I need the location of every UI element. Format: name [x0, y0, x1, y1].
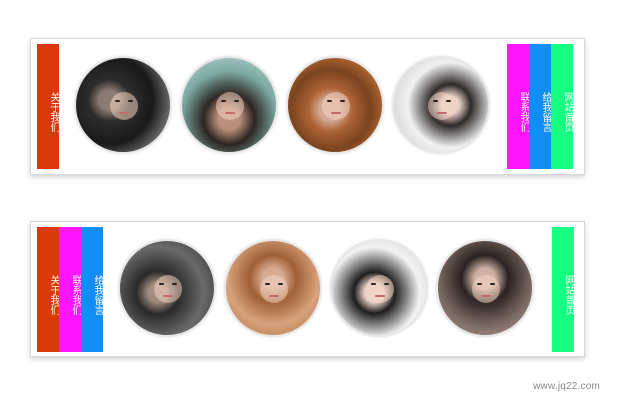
nav-label-about: 关于我们 [48, 274, 59, 315]
face-shape [110, 92, 138, 120]
eye-shape [340, 100, 345, 102]
mouth-shape [331, 112, 341, 114]
portrait-photo-4-icon[interactable] [393, 57, 489, 153]
bottom-left-nav-contact[interactable]: 联系我们 [59, 227, 81, 352]
eye-shape [221, 100, 226, 102]
mouth-shape [269, 295, 279, 297]
mouth-shape [375, 295, 385, 297]
mouth-shape [225, 112, 235, 114]
nav-label-contact: 联系我们 [70, 274, 81, 315]
mouth-shape [437, 112, 447, 114]
face-shape [472, 275, 500, 303]
face-shape [216, 92, 244, 120]
portrait-photo-2-icon[interactable] [181, 57, 277, 153]
top-right-nav-contact[interactable]: 联系我们 [507, 44, 529, 169]
bottom-right-nav-home[interactable]: 网站首页 [552, 227, 574, 352]
eye-shape [159, 283, 164, 285]
eye-shape [371, 283, 376, 285]
nav-label-contact: 联系我们 [518, 91, 529, 132]
top-right-nav-home[interactable]: 网站首页 [551, 44, 573, 169]
face-shape [366, 275, 394, 303]
eye-shape [278, 283, 283, 285]
portrait-photo-4-icon[interactable] [437, 240, 533, 336]
eye-shape [327, 100, 332, 102]
mouth-shape [119, 112, 129, 114]
nav-label-message: 给我留言 [92, 274, 103, 315]
eye-shape [433, 100, 438, 102]
eye-shape [128, 100, 133, 102]
eye-shape [446, 100, 451, 102]
portrait-photo-2-icon[interactable] [225, 240, 321, 336]
nav-label-message: 给我留言 [540, 91, 551, 132]
portrait-photo-3-icon[interactable] [331, 240, 427, 336]
nav-label-home: 网站首页 [562, 91, 573, 132]
mouth-shape [163, 295, 173, 297]
eye-shape [115, 100, 120, 102]
nav-label-about: 关于我们 [48, 91, 59, 132]
face-shape [154, 275, 182, 303]
face-shape [428, 92, 456, 120]
eye-shape [490, 283, 495, 285]
face-shape [322, 92, 350, 120]
bottom-carousel-panel: 关于我们 联系我们 给我留言 网站首页 [30, 221, 585, 357]
portrait-photo-1-icon[interactable] [119, 240, 215, 336]
eye-shape [477, 283, 482, 285]
eye-shape [234, 100, 239, 102]
site-watermark: www.jq22.com [533, 381, 600, 392]
nav-label-home: 网站首页 [563, 274, 574, 315]
face-shape [260, 275, 288, 303]
eye-shape [172, 283, 177, 285]
bottom-left-nav-message[interactable]: 给我留言 [81, 227, 103, 352]
demo-stage: 关于我们 联系我们 给我留言 网站首页 关于我们 联系我们 给我留言 网站首页 … [0, 0, 620, 400]
bottom-left-nav-about[interactable]: 关于我们 [37, 227, 59, 352]
top-right-nav-message[interactable]: 给我留言 [529, 44, 551, 169]
portrait-photo-1-icon[interactable] [75, 57, 171, 153]
mouth-shape [481, 295, 491, 297]
top-left-nav-about[interactable]: 关于我们 [37, 44, 59, 169]
eye-shape [265, 283, 270, 285]
portrait-photo-3-icon[interactable] [287, 57, 383, 153]
top-carousel-panel: 关于我们 联系我们 给我留言 网站首页 [30, 38, 585, 175]
eye-shape [384, 283, 389, 285]
